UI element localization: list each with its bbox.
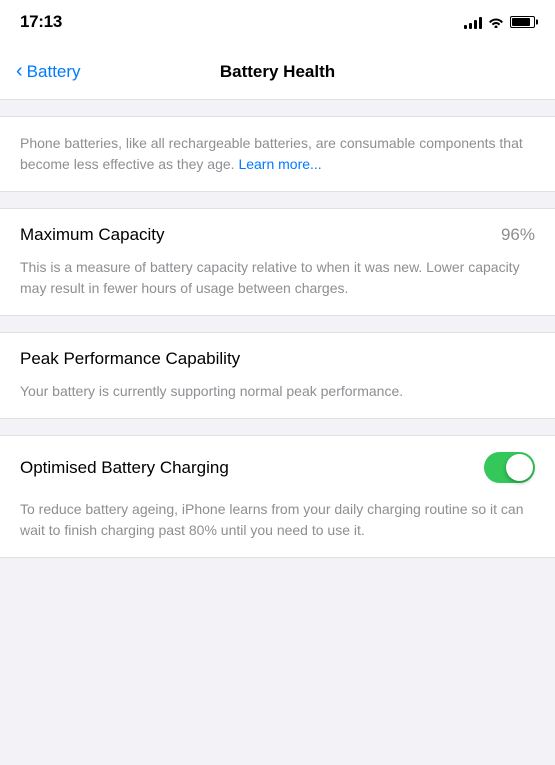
- learn-more-link[interactable]: Learn more...: [238, 156, 321, 172]
- optimised-charging-title: Optimised Battery Charging: [20, 458, 484, 478]
- back-chevron-icon: ‹: [16, 61, 23, 81]
- max-capacity-value: 96%: [501, 225, 535, 245]
- back-label: Battery: [27, 62, 81, 82]
- back-button[interactable]: ‹ Battery: [16, 62, 81, 82]
- max-capacity-title: Maximum Capacity: [20, 225, 165, 245]
- max-capacity-description-section: This is a measure of battery capacity re…: [0, 257, 555, 316]
- max-capacity-row: Maximum Capacity 96%: [0, 208, 555, 257]
- peak-performance-header: Peak Performance Capability: [0, 332, 555, 381]
- peak-performance-description: Your battery is currently supporting nor…: [20, 381, 535, 402]
- toggle-knob: [506, 454, 533, 481]
- max-capacity-description: This is a measure of battery capacity re…: [20, 257, 535, 299]
- optimised-charging-description-section: To reduce battery ageing, iPhone learns …: [0, 499, 555, 558]
- peak-performance-title: Peak Performance Capability: [20, 349, 240, 368]
- optimised-charging-toggle[interactable]: [484, 452, 535, 483]
- optimised-charging-row: Optimised Battery Charging: [0, 435, 555, 499]
- nav-bar: ‹ Battery Battery Health: [0, 44, 555, 100]
- status-icons: [464, 15, 535, 29]
- info-section: Phone batteries, like all rechargeable b…: [0, 116, 555, 192]
- battery-status-icon: [510, 16, 535, 28]
- signal-bars-icon: [464, 15, 482, 29]
- info-description: Phone batteries, like all rechargeable b…: [20, 133, 535, 175]
- status-time: 17:13: [20, 12, 62, 32]
- page-title: Battery Health: [220, 62, 335, 82]
- wifi-icon: [488, 16, 504, 28]
- optimised-charging-description: To reduce battery ageing, iPhone learns …: [20, 499, 535, 541]
- status-bar: 17:13: [0, 0, 555, 44]
- content: Phone batteries, like all rechargeable b…: [0, 116, 555, 558]
- peak-performance-description-section: Your battery is currently supporting nor…: [0, 381, 555, 419]
